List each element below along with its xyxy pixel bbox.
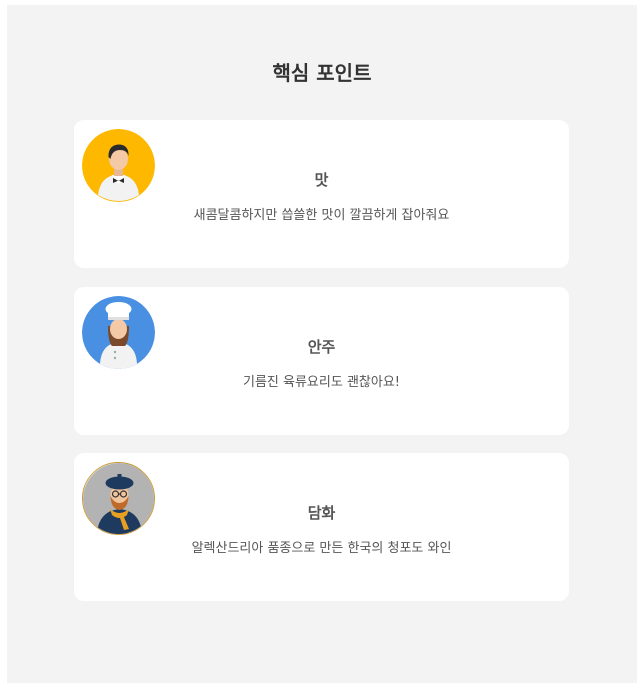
card-title: 담화 [307,504,336,522]
point-card-conversation: 담화 알렉산드리아 품종으로 만든 한국의 청포도 와인 [74,453,569,601]
key-points-section: 핵심 포인트 맛 새콤달콤하지만 씁쓸한 맛이 깔끔하게 잡아줘요 안주 기름진… [7,5,637,683]
section-title: 핵심 포인트 [272,61,372,85]
card-description: 알렉산드리아 품종으로 만든 한국의 청포도 와인 [191,541,452,556]
chef-avatar-icon [82,296,155,369]
waiter-avatar-icon [82,129,155,202]
card-description: 새콤달콤하지만 씁쓸한 맛이 깔끔하게 잡아줘요 [193,208,450,223]
card-title: 안주 [307,338,336,356]
artist-avatar-icon [82,462,155,535]
point-card-food-pairing: 안주 기름진 육류요리도 괜찮아요! [74,287,569,435]
card-title: 맛 [314,171,329,189]
point-card-taste: 맛 새콤달콤하지만 씁쓸한 맛이 깔끔하게 잡아줘요 [74,120,569,268]
card-description: 기름진 육류요리도 괜찮아요! [243,375,400,390]
